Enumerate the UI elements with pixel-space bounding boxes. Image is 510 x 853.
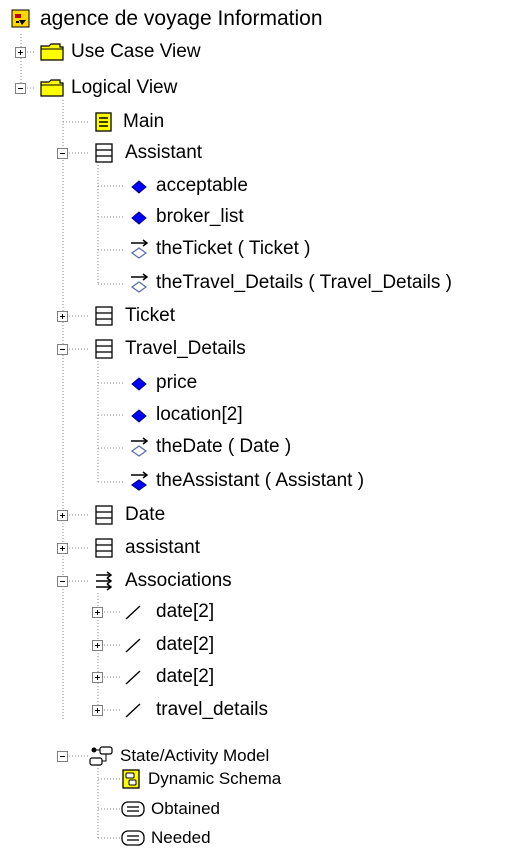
tree-item-label: assistant xyxy=(125,537,200,558)
tree-item-attribute[interactable]: price xyxy=(128,368,197,398)
root-label: agence de voyage Information xyxy=(40,7,323,30)
association-line-icon xyxy=(125,670,141,685)
attribute-icon xyxy=(131,377,147,391)
expand-association-toggle[interactable] xyxy=(92,640,103,651)
class-icon xyxy=(95,505,113,525)
tree-item-label: theTravel_Details ( Travel_Details ) xyxy=(156,272,453,293)
tree-item-class-ticket[interactable]: Ticket xyxy=(93,301,175,331)
statechart-diagram-icon xyxy=(122,769,140,789)
collapse-assistant-toggle[interactable] xyxy=(57,148,68,159)
tree-item-label: Use Case View xyxy=(71,41,201,62)
tree-item-association[interactable]: travel_details xyxy=(122,695,268,725)
association-line-icon xyxy=(125,638,141,653)
tree-item-association[interactable]: date[2] xyxy=(122,630,214,660)
tree-item-label: date[2] xyxy=(156,601,215,622)
collapse-logical-view-toggle[interactable] xyxy=(15,83,26,94)
role-attribute-icon xyxy=(130,471,149,491)
tree-item-label: theAssistant ( Assistant ) xyxy=(156,470,365,491)
tree-item-label: broker_list xyxy=(156,206,244,227)
state-machine-icon xyxy=(89,746,113,766)
attribute-icon xyxy=(131,180,147,194)
tree-item-association[interactable]: date[2] xyxy=(122,597,214,627)
tree-item-label: travel_details xyxy=(156,699,268,720)
tree-item-role[interactable]: theTravel_Details ( Travel_Details ) xyxy=(128,268,452,298)
expand-use-case-view-toggle[interactable] xyxy=(15,47,26,58)
collapse-associations-toggle[interactable] xyxy=(57,576,68,587)
class-diagram-icon xyxy=(95,112,112,132)
expand-association-toggle[interactable] xyxy=(92,705,103,716)
class-icon xyxy=(95,306,113,326)
tree-item-label: Logical View xyxy=(71,77,178,98)
tree-item-label: Obtained xyxy=(151,799,220,818)
folder-icon xyxy=(40,43,64,61)
tree-item-class-travel-details[interactable]: Travel_Details xyxy=(93,334,246,364)
tree-item-label: Travel_Details xyxy=(125,338,246,359)
tree-item-label: location[2] xyxy=(156,404,243,425)
collapse-state-model-toggle[interactable] xyxy=(57,751,68,762)
state-icon xyxy=(121,801,145,817)
tree-item-label: Dynamic Schema xyxy=(148,769,282,788)
tree-item-class-assistant-lower[interactable]: assistant xyxy=(93,533,200,563)
role-attribute-icon xyxy=(130,273,149,293)
tree-item-label: date[2] xyxy=(156,634,215,655)
tree-item-state-needed[interactable]: Needed xyxy=(120,823,211,853)
expand-date-toggle[interactable] xyxy=(57,510,68,521)
expand-assistant-lower-toggle[interactable] xyxy=(57,543,68,554)
tree-item-attribute[interactable]: broker_list xyxy=(128,202,244,232)
tree-item-label: Assistant xyxy=(125,142,203,163)
tree-item-attribute[interactable]: acceptable xyxy=(128,171,248,201)
model-browser-tree: agence de voyage Information Use Case Vi… xyxy=(0,0,510,850)
tree-item-dynamic-schema[interactable]: Dynamic Schema xyxy=(120,764,281,794)
folder-icon xyxy=(40,79,64,97)
tree-root[interactable]: agence de voyage Information xyxy=(10,5,323,33)
tree-item-label: Date xyxy=(125,504,166,525)
tree-item-label: Needed xyxy=(151,828,211,847)
attribute-icon xyxy=(131,211,147,225)
state-icon xyxy=(121,830,145,846)
tree-item-class-date[interactable]: Date xyxy=(93,500,165,530)
tree-item-class-assistant[interactable]: Assistant xyxy=(93,138,202,168)
tree-item-state-obtained[interactable]: Obtained xyxy=(120,794,220,824)
expand-ticket-toggle[interactable] xyxy=(57,311,68,322)
tree-item-label: Ticket xyxy=(125,305,175,326)
tree-item-label: price xyxy=(156,372,198,393)
tree-item-label: acceptable xyxy=(156,175,248,196)
role-attribute-icon xyxy=(130,437,149,457)
class-icon xyxy=(95,538,113,558)
associations-icon xyxy=(96,571,113,591)
tree-item-role[interactable]: theDate ( Date ) xyxy=(128,432,291,462)
class-icon xyxy=(95,339,113,359)
tree-item-label: theDate ( Date ) xyxy=(156,436,292,457)
rose-model-icon xyxy=(11,9,30,28)
tree-item-role[interactable]: theTicket ( Ticket ) xyxy=(128,234,311,264)
expand-association-toggle[interactable] xyxy=(92,672,103,683)
attribute-icon xyxy=(131,409,147,423)
association-line-icon xyxy=(125,605,141,620)
tree-item-use-case-view[interactable]: Use Case View xyxy=(40,37,201,67)
tree-item-main-diagram[interactable]: Main xyxy=(93,107,164,137)
tree-item-label: Associations xyxy=(125,570,232,591)
tree-item-association[interactable]: date[2] xyxy=(122,662,214,692)
expand-association-toggle[interactable] xyxy=(92,607,103,618)
tree-item-label: date[2] xyxy=(156,666,215,687)
tree-item-associations[interactable]: Associations xyxy=(93,566,232,596)
collapse-travel-details-toggle[interactable] xyxy=(57,344,68,355)
tree-item-logical-view[interactable]: Logical View xyxy=(40,73,177,103)
tree-item-label: Main xyxy=(123,111,165,132)
tree-item-attribute[interactable]: location[2] xyxy=(128,400,243,430)
tree-item-label: theTicket ( Ticket ) xyxy=(156,238,311,259)
class-icon xyxy=(95,143,113,163)
association-line-icon xyxy=(125,703,141,718)
tree-item-role[interactable]: theAssistant ( Assistant ) xyxy=(128,466,364,496)
role-attribute-icon xyxy=(130,239,149,259)
